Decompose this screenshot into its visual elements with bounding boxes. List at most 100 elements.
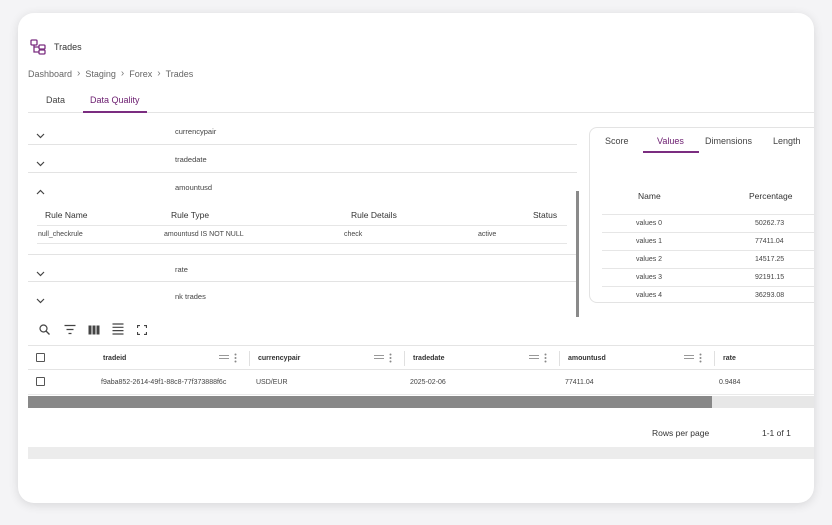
rows-per-page-label: Rows per page <box>652 428 710 438</box>
profile-panel: Score Values Dimensions Length Name Perc… <box>589 127 814 303</box>
value-name-cell: values 4 <box>636 292 663 299</box>
page-title: Trades <box>54 42 82 52</box>
accordion-scrollbar[interactable] <box>576 191 579 317</box>
table-row: values 0 50262.73 <box>602 214 814 232</box>
tab-values[interactable]: Values <box>657 136 684 146</box>
density-icon[interactable] <box>112 322 124 340</box>
grid-bottom-strip <box>28 447 814 459</box>
table-row: values 2 14517.25 <box>602 250 814 268</box>
values-col-name: Name <box>638 191 661 201</box>
tab-data-quality[interactable]: Data Quality <box>90 95 140 105</box>
chevron-right-icon: › <box>77 68 81 79</box>
rule-status-cell: active <box>478 231 497 238</box>
rule-type-cell: amountusd IS NOT NULL <box>164 231 244 238</box>
breadcrumb-forex[interactable]: Forex <box>129 69 152 79</box>
rules-col-name: Rule Name <box>45 210 88 220</box>
chevron-up-icon <box>36 182 45 200</box>
accordion-item-amountusd[interactable]: amountusd <box>28 173 577 201</box>
accordion-item-currencypair[interactable]: currencypair <box>28 117 577 145</box>
column-title: currencypair <box>258 355 301 362</box>
chevron-down-icon <box>36 126 45 144</box>
table-row[interactable]: f9aba852-2614-49f1-88c8-77f373888f6c USD… <box>28 370 814 395</box>
accordion-label: currencypair <box>175 127 217 136</box>
breadcrumb-staging[interactable]: Staging <box>85 69 116 79</box>
accordion-item-rate[interactable]: rate <box>28 254 577 282</box>
rules-col-type: Rule Type <box>171 210 210 220</box>
rate-cell: 0.9484 <box>719 379 741 386</box>
column-header-currencypair[interactable]: currencypair <box>250 346 405 371</box>
more-vert-icon[interactable] <box>699 353 702 365</box>
value-percentage-cell: 36293.08 <box>755 292 785 299</box>
hierarchy-icon <box>30 39 46 55</box>
breadcrumb-dashboard[interactable]: Dashboard <box>28 69 72 79</box>
rules-col-details: Rule Details <box>351 210 397 220</box>
column-title: tradedate <box>413 355 445 362</box>
tab-data[interactable]: Data <box>46 95 65 105</box>
accordion-label: amountusd <box>175 183 213 192</box>
values-col-percentage: Percentage <box>749 191 793 201</box>
active-tab-indicator <box>643 151 699 153</box>
page-header: Trades <box>30 39 82 55</box>
table-row: values 3 92191.15 <box>602 268 814 286</box>
fullscreen-icon[interactable] <box>136 322 148 340</box>
accordion-item-tradedate[interactable]: tradedate <box>28 145 577 173</box>
breadcrumb: Dashboard › Staging › Forex › Trades <box>28 68 193 79</box>
value-name-cell: values 2 <box>636 256 663 263</box>
more-vert-icon[interactable] <box>234 353 237 365</box>
chevron-down-icon <box>36 154 45 172</box>
amountusd-cell: 77411.04 <box>565 379 594 386</box>
drag-handle-icon[interactable] <box>684 354 694 362</box>
drag-handle-icon[interactable] <box>219 354 229 362</box>
rules-table-header: Rule Name Rule Type Rule Details Status <box>37 202 567 226</box>
main-tabs: Data Data Quality <box>28 90 814 113</box>
value-percentage-cell: 92191.15 <box>755 274 785 281</box>
tab-score[interactable]: Score <box>605 136 629 146</box>
value-name-cell: values 1 <box>636 238 663 245</box>
column-title: tradeid <box>103 355 127 362</box>
tradedate-cell: 2025-02-06 <box>410 379 446 386</box>
more-vert-icon[interactable] <box>544 353 547 365</box>
chevron-right-icon: › <box>157 68 161 79</box>
select-all-checkbox[interactable] <box>36 353 45 362</box>
accordion-item-nk-trades[interactable]: nk trades <box>28 282 577 307</box>
horizontal-scrollbar[interactable] <box>28 396 814 408</box>
scrollbar-thumb[interactable] <box>28 396 712 408</box>
search-icon[interactable] <box>39 322 50 340</box>
value-percentage-cell: 14517.25 <box>755 256 785 263</box>
value-percentage-cell: 50262.73 <box>755 220 785 227</box>
currencypair-cell: USD/EUR <box>256 379 288 386</box>
table-row: values 4 36293.08 <box>602 286 814 304</box>
value-percentage-cell: 77411.04 <box>755 238 784 245</box>
table-row[interactable]: null_checkrule amountusd IS NOT NULL che… <box>37 226 567 244</box>
value-name-cell: values 3 <box>636 274 663 281</box>
value-name-cell: values 0 <box>636 220 663 227</box>
column-title: amountusd <box>568 355 606 362</box>
drag-handle-icon[interactable] <box>529 354 539 362</box>
more-vert-icon[interactable] <box>389 353 392 365</box>
column-header-tradedate[interactable]: tradedate <box>405 346 560 371</box>
pagination-range: 1-1 of 1 <box>762 428 791 438</box>
data-grid: tradeid currencypair tradedate amountusd <box>28 309 814 461</box>
accordion-label: nk trades <box>175 292 206 301</box>
row-checkbox[interactable] <box>36 377 45 386</box>
column-header-rate[interactable]: rate <box>715 346 814 371</box>
column-header-tradeid[interactable]: tradeid <box>95 346 250 371</box>
chevron-down-icon <box>36 291 45 307</box>
table-row: values 1 77411.04 <box>602 232 814 250</box>
column-accordion: currencypair tradedate amountusd Rule Na… <box>28 117 579 307</box>
drag-handle-icon[interactable] <box>374 354 384 362</box>
trades-card: Trades Dashboard › Staging › Forex › Tra… <box>18 13 814 503</box>
rule-details-cell: check <box>344 231 363 238</box>
chevron-down-icon <box>36 264 45 282</box>
column-header-amountusd[interactable]: amountusd <box>560 346 715 371</box>
tradeid-cell: f9aba852-2614-49f1-88c8-77f373888f6c <box>101 379 227 386</box>
filter-icon[interactable] <box>64 322 76 340</box>
chevron-right-icon: › <box>120 68 125 79</box>
tab-dimensions[interactable]: Dimensions <box>705 136 752 146</box>
columns-icon[interactable] <box>88 322 100 340</box>
column-title: rate <box>723 355 736 362</box>
accordion-label: tradedate <box>175 155 207 164</box>
grid-header: tradeid currencypair tradedate amountusd <box>28 345 814 370</box>
active-tab-indicator <box>83 111 147 113</box>
tab-length[interactable]: Length <box>773 136 801 146</box>
